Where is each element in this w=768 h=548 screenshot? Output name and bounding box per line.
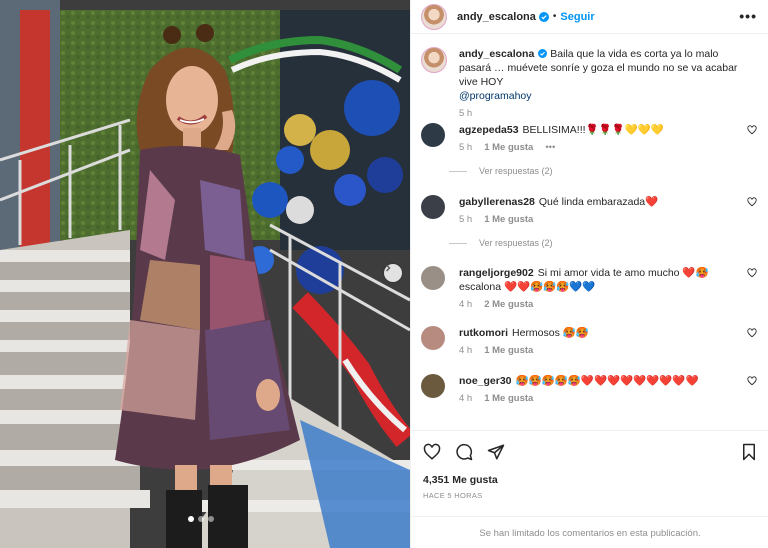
comment-likes[interactable]: 1 Me gusta [484,392,533,406]
comment-avatar[interactable] [421,326,445,350]
carousel-dot [188,516,194,522]
heart-icon[interactable] [747,125,757,135]
comment-meta: 5 h 1 Me gusta ••• [459,141,739,155]
carousel-dot [208,516,214,522]
comment-time[interactable]: 4 h [459,344,472,358]
post-actions: 4,351 Me gusta HACE 5 HORAS Se han limit… [411,430,768,548]
comment-username[interactable]: agzepeda53 [459,124,519,136]
comment-icon[interactable] [455,443,473,461]
view-replies[interactable]: Ver respuestas (2) [449,238,553,248]
heart-icon[interactable] [423,443,441,461]
comment-time[interactable]: 5 h [459,213,472,227]
post-photo[interactable] [0,0,410,548]
caption-username[interactable]: andy_escalona [459,48,534,60]
comment-meta: 5 h 1 Me gusta [459,213,739,227]
bookmark-icon[interactable] [741,443,757,461]
heart-icon[interactable] [747,328,757,338]
comment-time[interactable]: 5 h [459,141,472,155]
comment-username[interactable]: gabyllerenas28 [459,196,535,208]
more-options-icon[interactable]: ••• [739,8,757,24]
comment-likes[interactable]: 1 Me gusta [484,141,533,155]
post-image [0,0,410,548]
verified-badge-icon [538,11,549,22]
caption-avatar[interactable] [421,47,447,73]
comment-options-icon[interactable]: ••• [545,141,555,155]
comments-limited-notice: Se han limitado los comentarios en esta … [411,516,768,548]
comment-avatar[interactable] [421,374,445,398]
carousel-dot [198,516,204,522]
comment-time[interactable]: 4 h [459,298,472,312]
view-replies-label[interactable]: Ver respuestas (2) [479,238,553,248]
comment-likes[interactable]: 2 Me gusta [484,298,533,312]
comment-meta: 4 h 1 Me gusta [459,392,739,406]
likes-count[interactable]: 4,351 Me gusta [423,474,498,486]
comment-body: gabyllerenas28 Qué linda embarazada❤️ 5 h… [459,195,739,227]
comment-username[interactable]: rutkomori [459,327,508,339]
header-separator: • [552,11,557,22]
caption-mention[interactable]: @programahoy [459,90,532,102]
comment-avatar[interactable] [421,195,445,219]
author-username[interactable]: andy_escalona [457,11,536,23]
replies-line [449,242,467,244]
heart-icon[interactable] [747,376,757,386]
author-avatar[interactable] [421,3,447,30]
comments-list[interactable]: andy_escalona Baila que la vida es corta … [411,35,768,430]
comment-meta: 4 h 2 Me gusta [459,298,739,312]
comment-meta: 4 h 1 Me gusta [459,344,739,358]
comment-text: Qué linda embarazada❤️ [538,196,659,208]
comment-text: 🥵🥵🥵🥵🥵❤️❤️❤️❤️❤️❤️❤️❤️❤️ [515,375,699,387]
comment-text: BELLISIMA!!!🌹🌹🌹💛💛💛 [522,124,664,136]
comment-body: rangeljorge902 Si mi amor vida te amo muc… [459,266,739,312]
comment-avatar[interactable] [421,266,445,290]
follow-button[interactable]: Seguir [560,11,594,23]
post-sidebar: andy_escalona • Seguir ••• andy_escalona… [410,0,768,548]
comment-body: rutkomori Hermosos 🥵🥵 4 h 1 Me gusta [459,326,739,358]
comment-likes[interactable]: 1 Me gusta [484,344,533,358]
comment-body: noe_ger30 🥵🥵🥵🥵🥵❤️❤️❤️❤️❤️❤️❤️❤️❤️ 4 h 1 M… [459,374,739,406]
replies-line [449,170,467,172]
caption-meta: 5 h [459,107,749,121]
view-replies-label[interactable]: Ver respuestas (2) [479,166,553,176]
post-timestamp[interactable]: HACE 5 HORAS [423,491,482,500]
heart-icon[interactable] [747,197,757,207]
heart-icon[interactable] [747,268,757,278]
comment-avatar[interactable] [421,123,445,147]
comment-body: agzepeda53 BELLISIMA!!!🌹🌹🌹💛💛💛 5 h 1 Me gu… [459,123,739,155]
comment-text: Hermosos 🥵🥵 [512,327,589,339]
view-replies[interactable]: Ver respuestas (2) [449,166,553,176]
action-icons [423,443,505,461]
chevron-right-icon [386,264,391,272]
verified-badge-icon [538,49,548,58]
share-icon[interactable] [487,443,505,461]
comment-username[interactable]: rangeljorge902 [459,267,534,279]
caption-time[interactable]: 5 h [459,107,472,121]
comment-time[interactable]: 4 h [459,392,472,406]
comment-username[interactable]: noe_ger30 [459,375,512,387]
carousel-dots [188,516,214,522]
carousel-next-button[interactable] [384,264,402,282]
comment-likes[interactable]: 1 Me gusta [484,213,533,227]
post-header: andy_escalona • Seguir ••• [411,0,768,34]
caption-body: andy_escalona Baila que la vida es corta … [459,47,749,121]
